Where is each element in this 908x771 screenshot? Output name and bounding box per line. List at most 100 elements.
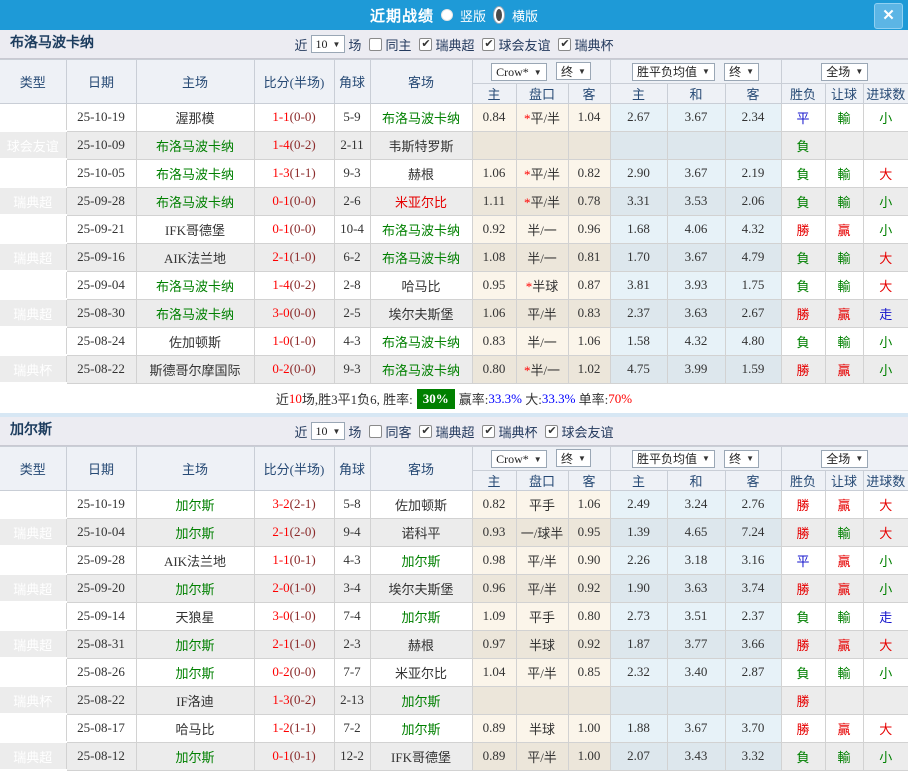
avg-odds-header: 胜平负均值 ▼ 终 ▼ (609, 59, 782, 84)
bookmaker-select[interactable]: Crow* ▼ (491, 450, 547, 468)
league-badge: 瑞典超 (0, 546, 67, 575)
odds-time-select[interactable]: 终 ▼ (555, 449, 591, 467)
asian-away-odds: 0.82 (567, 158, 611, 188)
home-team: 天狼星 (135, 601, 255, 631)
radio-vertical-label[interactable]: 竖版 (460, 6, 486, 25)
checkbox-league-1[interactable] (419, 424, 433, 438)
col-type: 类型 (0, 446, 67, 491)
handicap-cell: *半球 (515, 270, 569, 300)
avg-time-select[interactable]: 终 ▼ (724, 449, 760, 468)
away-cell: 布洛马波卡纳 (369, 354, 473, 384)
corner-score: 10-4 (333, 214, 371, 244)
match-result: 勝 (780, 490, 826, 519)
goals-result: 小 (862, 657, 908, 687)
away-team: 加尔斯 (401, 693, 441, 709)
asian-away-odds: 0.87 (567, 270, 611, 300)
handicap-result: 贏 (824, 214, 864, 244)
away-team: IFK哥德堡 (391, 749, 451, 765)
avg-lose-odds: 2.34 (724, 103, 782, 132)
checkbox-league-3[interactable] (545, 424, 559, 438)
chevron-down-icon: ▼ (701, 454, 710, 463)
subcol-handicap: 盘口 (515, 83, 569, 104)
league-badge: 瑞典超 (0, 187, 67, 216)
handicap-line: 平手 (528, 609, 555, 625)
odds-time-select[interactable]: 终 ▼ (555, 62, 591, 80)
checkbox-league-2[interactable] (482, 37, 496, 51)
home-team: IF洛迪 (135, 685, 255, 715)
home-team: AIK法兰地 (135, 545, 255, 575)
table-row: 瑞典超 25-08-26 加尔斯 0-2(0-0) 7-7 米亚尔比 1.04 … (0, 657, 908, 687)
corner-score: 12-2 (333, 741, 371, 771)
away-cell: 赫根 (369, 158, 473, 188)
home-team: 哈马比 (135, 713, 255, 743)
games-label: 场 (348, 37, 362, 53)
league-badge: 瑞典超 (0, 299, 67, 328)
away-cell: 佐加顿斯 (369, 490, 473, 519)
recent-count-select[interactable]: 10 ▼ (310, 422, 346, 440)
checkbox-league-2[interactable] (482, 424, 496, 438)
table-body: 瑞典超 25-10-19 渥那模 1-1(0-0) 5-9 布洛马波卡纳 0.8… (0, 103, 908, 384)
home-team: 加尔斯 (135, 629, 255, 659)
radio-horizontal-label[interactable]: 横版 (512, 6, 538, 25)
corner-score: 7-7 (333, 657, 371, 687)
checkbox-league-1[interactable] (419, 37, 433, 51)
avg-win-odds (609, 130, 668, 160)
away-team: 加尔斯 (401, 721, 441, 737)
score-cell: 1-2(1-1) (253, 713, 335, 743)
league-1-label[interactable]: 瑞典超 (435, 35, 474, 54)
avg-win-odds: 1.88 (609, 713, 668, 743)
odds-type-select[interactable]: 胜平负均值 ▼ (631, 449, 715, 468)
team-name: 加尔斯 (10, 423, 52, 438)
away-team: 埃尔夫斯堡 (388, 306, 454, 322)
handicap-cell: 平/半 (515, 298, 569, 328)
score-cell: 1-0(1-0) (253, 326, 335, 356)
radio-vertical-layout[interactable] (440, 9, 453, 21)
matches-table-brommapojkarna: 类型 日期 主场 比分(半场) 角球 客场 Crow* ▼ 终 ▼ 胜平负均值 ▼ 终… (0, 59, 908, 384)
bookmaker-select[interactable]: Crow* ▼ (491, 63, 547, 81)
away-team: 布洛马波卡纳 (381, 362, 460, 378)
league-3-label[interactable]: 瑞典杯 (574, 35, 613, 54)
score-cell: 0-1(0-1) (253, 741, 335, 771)
scope-select[interactable]: 全场 ▼ (821, 62, 869, 81)
away-cell: 米亚尔比 (369, 657, 473, 687)
handicap-cell: 半球 (515, 713, 569, 743)
table-body: 瑞典超 25-10-19 加尔斯 3-2(2-1) 5-8 佐加顿斯 0.82 … (0, 490, 908, 771)
away-team: 赫根 (407, 637, 434, 653)
handicap-result: 輸 (824, 103, 864, 132)
league-badge: 瑞典超 (0, 215, 67, 244)
same-away-label[interactable]: 同客 (385, 422, 411, 441)
handicap-cell: 半球 (515, 629, 569, 659)
home-team: 加尔斯 (135, 741, 255, 771)
radio-horizontal-layout[interactable] (493, 6, 505, 24)
avg-time-select[interactable]: 终 ▼ (724, 62, 760, 81)
recent-count-select[interactable]: 10 ▼ (310, 35, 346, 53)
league-2-label[interactable]: 球会友谊 (498, 35, 550, 54)
close-icon[interactable]: ✕ (874, 3, 903, 29)
score-cell: 1-4(0-2) (253, 270, 335, 300)
match-result: 勝 (780, 629, 826, 659)
asian-away-odds: 1.02 (567, 354, 611, 384)
table-row: 瑞典超 25-08-30 布洛马波卡纳 3-0(0-0) 2-5 埃尔夫斯堡 1… (0, 298, 908, 328)
league-1-label[interactable]: 瑞典超 (435, 422, 474, 441)
league-2-label[interactable]: 瑞典杯 (498, 422, 537, 441)
match-date: 25-08-17 (65, 713, 137, 743)
window-title: 近期战绩 (369, 8, 434, 25)
away-team: 加尔斯 (401, 609, 441, 625)
odds-type-select[interactable]: 胜平负均值 ▼ (631, 62, 715, 81)
subcol-home-odds: 主 (472, 83, 517, 104)
avg-win-odds: 2.90 (609, 158, 668, 188)
asian-away-odds: 0.95 (567, 517, 611, 547)
same-home-label[interactable]: 同主 (385, 35, 411, 54)
checkbox-league-3[interactable] (558, 37, 572, 51)
chevron-down-icon: ▼ (332, 39, 341, 49)
corner-score: 2-3 (333, 629, 371, 659)
avg-win-odds: 4.75 (609, 354, 668, 384)
scope-select[interactable]: 全场 ▼ (821, 449, 869, 468)
checkbox-same-away[interactable] (369, 424, 383, 438)
away-cell: 米亚尔比 (369, 186, 473, 216)
match-result: 負 (780, 601, 826, 631)
subcol-avg-lose: 客 (724, 83, 782, 104)
checkbox-same-home[interactable] (369, 37, 383, 51)
match-date: 25-09-21 (65, 214, 137, 244)
league-3-label[interactable]: 球会友谊 (561, 422, 613, 441)
